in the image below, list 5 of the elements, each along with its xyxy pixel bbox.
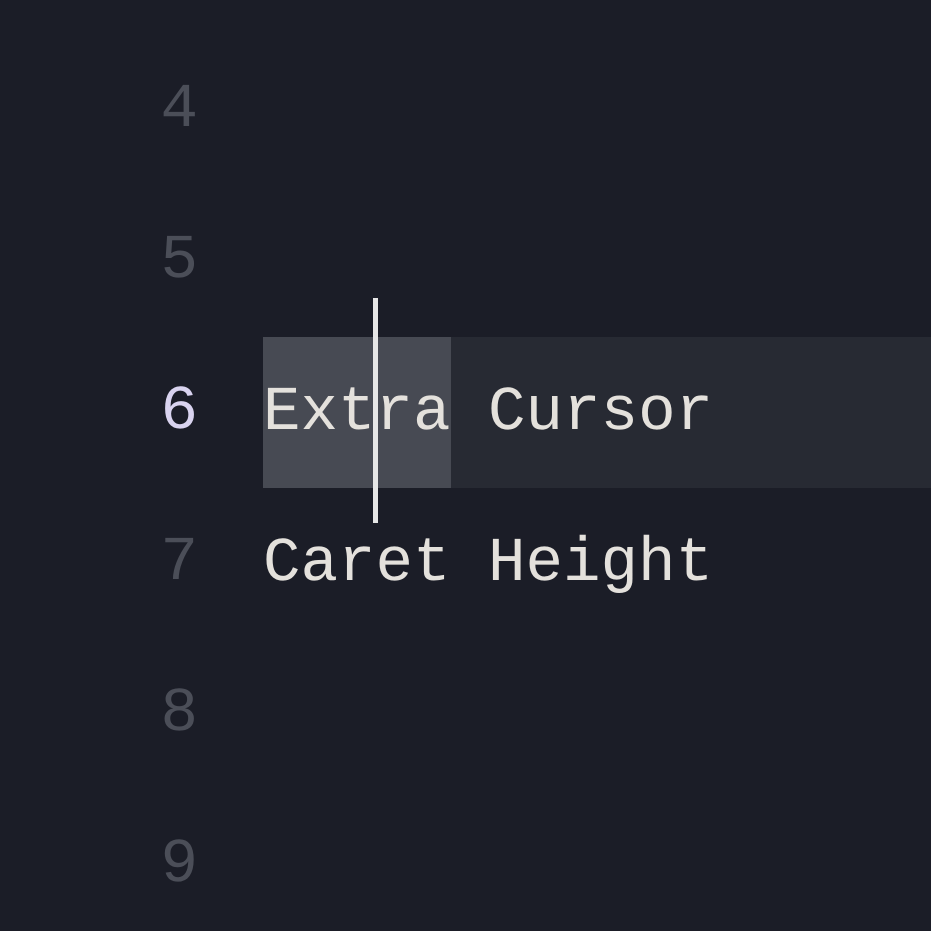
code-text: Caret Height — [263, 527, 714, 601]
selected-text: Ext — [263, 337, 376, 488]
line-number: 6 — [160, 381, 198, 444]
code-text: Cursor — [487, 376, 714, 450]
selected-text: ra — [376, 337, 451, 488]
